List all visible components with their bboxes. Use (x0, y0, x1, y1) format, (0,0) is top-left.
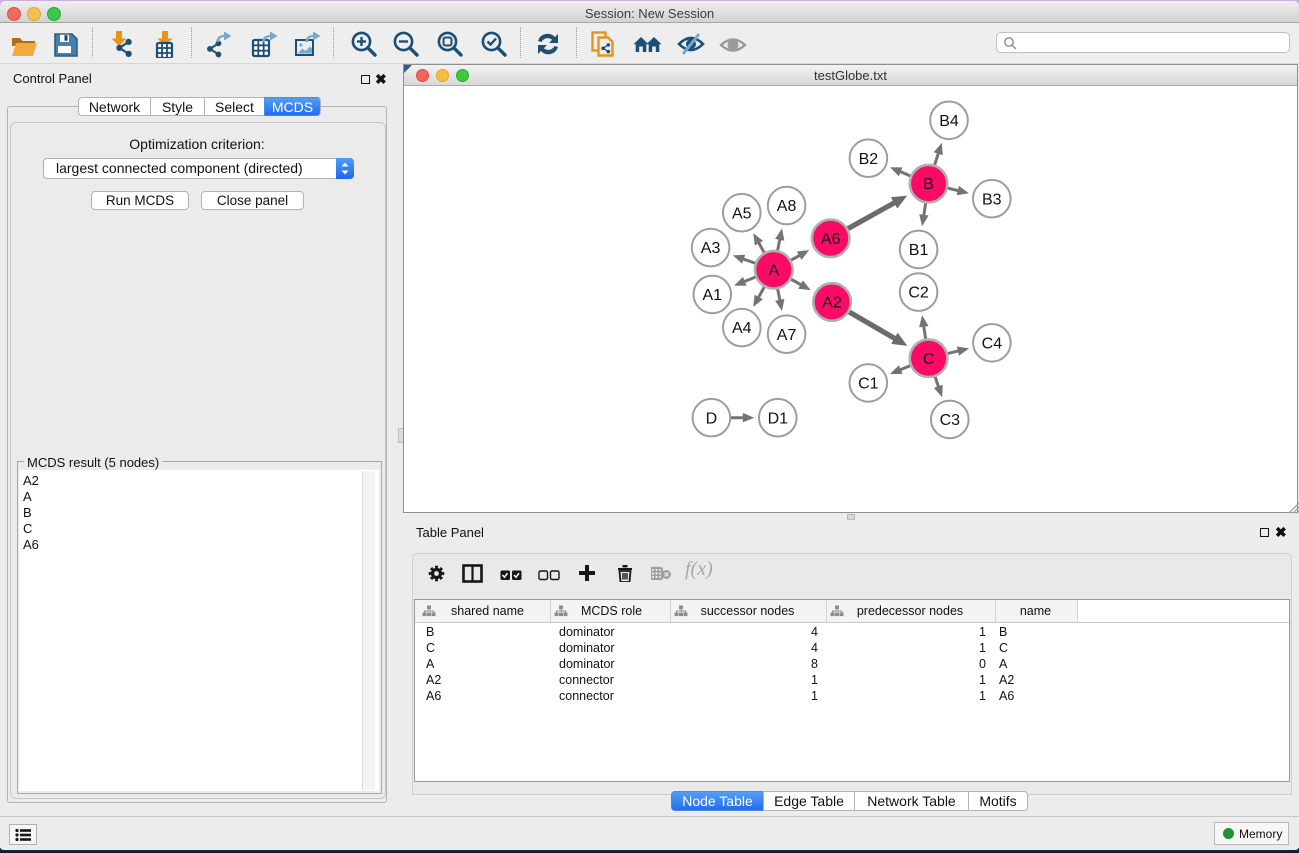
svg-text:B: B (923, 176, 934, 193)
svg-text:B3: B3 (982, 191, 1002, 208)
svg-text:B1: B1 (909, 242, 929, 259)
svg-text:B2: B2 (859, 151, 879, 168)
svg-text:A5: A5 (732, 205, 752, 222)
svg-text:D: D (706, 410, 718, 427)
svg-text:A8: A8 (777, 198, 797, 215)
svg-text:D1: D1 (768, 410, 789, 427)
svg-text:A3: A3 (701, 240, 721, 257)
svg-text:C: C (923, 351, 935, 368)
svg-text:A: A (768, 262, 779, 279)
svg-text:C3: C3 (940, 412, 961, 429)
svg-text:A6: A6 (821, 231, 841, 248)
svg-text:A7: A7 (777, 327, 797, 344)
svg-text:A2: A2 (822, 295, 842, 312)
svg-text:A1: A1 (703, 287, 723, 304)
svg-text:B4: B4 (939, 113, 959, 130)
svg-text:A4: A4 (732, 320, 752, 337)
svg-text:C4: C4 (982, 335, 1003, 352)
svg-text:C2: C2 (908, 285, 929, 302)
svg-text:C1: C1 (858, 376, 879, 393)
